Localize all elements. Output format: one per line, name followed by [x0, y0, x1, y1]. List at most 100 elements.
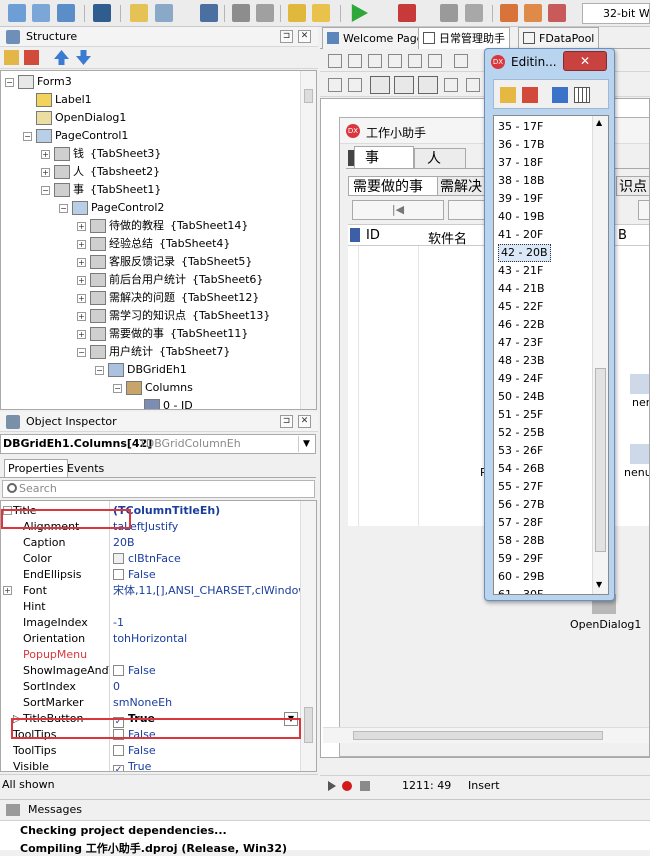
tree-node[interactable]: + 人 {Tabsheet2} — [41, 163, 160, 181]
column-list-item[interactable]: 36 - 17B — [498, 136, 545, 154]
align-center-icon[interactable] — [348, 54, 362, 68]
align-middle-icon[interactable] — [408, 54, 422, 68]
pin-icon[interactable]: ⊐ — [280, 415, 293, 428]
add-all-fields-icon[interactable] — [552, 87, 568, 103]
column-list-item[interactable]: 46 - 22B — [498, 316, 545, 334]
delete-column-icon[interactable] — [522, 87, 538, 103]
run-without-debug-icon[interactable] — [398, 4, 416, 22]
columns-editor-window[interactable]: DX Editin... ✕ 35 - 17F 36 - 17B 37 - 18F 3… — [484, 48, 615, 601]
property-value[interactable]: 宋体,11,[],ANSI_CHARSET,clWindowT — [113, 583, 303, 599]
checkbox[interactable] — [113, 665, 124, 676]
column-list-item[interactable]: 47 - 23F — [498, 334, 543, 352]
column-list-item[interactable]: 38 - 18B — [498, 172, 545, 190]
column-list-item[interactable]: 45 - 22F — [498, 298, 543, 316]
column-list-item[interactable]: 42 - 20B — [498, 244, 551, 262]
property-value[interactable]: (TColumnTitleEh) — [113, 503, 303, 519]
new-icon[interactable] — [130, 4, 148, 22]
property-row[interactable]: EndEllipsis False — [1, 567, 301, 583]
tab-daily-manager[interactable]: 日常管理助手 — [418, 27, 510, 49]
property-row[interactable]: ImageIndex -1 — [1, 615, 301, 631]
grid-column-b[interactable]: B — [618, 228, 627, 243]
tab-shi[interactable]: 事 — [354, 146, 414, 168]
property-row[interactable]: SortIndex 0 — [1, 679, 301, 695]
grid-column-software[interactable]: 软件名 — [428, 228, 467, 247]
column-list-item[interactable]: 61 - 30F — [498, 586, 543, 594]
tree-node[interactable]: − DBGridEh1 — [95, 361, 187, 379]
next-record-button[interactable] — [638, 200, 649, 220]
property-row[interactable]: SortMarker smNoneEh — [1, 695, 301, 711]
add-column-icon[interactable] — [500, 87, 516, 103]
collapse-icon[interactable]: − — [95, 365, 104, 375]
property-search-input[interactable]: Search — [2, 480, 315, 498]
expand-icon[interactable]: + — [41, 167, 50, 177]
close-icon[interactable]: ✕ — [563, 51, 607, 71]
property-value[interactable]: 20B — [113, 535, 303, 551]
property-row[interactable]: Caption 20B — [1, 535, 301, 551]
expand-icon[interactable]: + — [3, 586, 12, 595]
tree-node[interactable]: 0 - ID — [131, 397, 193, 409]
tab-events[interactable]: Events — [64, 461, 107, 477]
expand-icon[interactable]: + — [77, 329, 86, 339]
tab-problems[interactable]: 需解决 — [438, 176, 488, 196]
scroll-down-icon[interactable]: ▼ — [596, 580, 602, 589]
column-list-item[interactable]: 52 - 25B — [498, 424, 545, 442]
column-list-item[interactable]: 53 - 26F — [498, 442, 543, 460]
grid-icon[interactable] — [394, 76, 414, 94]
snap-icon[interactable] — [370, 76, 390, 94]
expand-icon[interactable]: + — [41, 149, 50, 159]
columns-list-scrollbar[interactable]: ▲ ▼ — [592, 116, 608, 594]
record-macro-icon[interactable] — [342, 781, 352, 791]
property-value[interactable]: False — [113, 743, 303, 759]
move-up-icon[interactable] — [54, 50, 69, 65]
column-list-item[interactable]: 43 - 21F — [498, 262, 543, 280]
tab-order-icon[interactable] — [444, 78, 458, 92]
column-list-item[interactable]: 54 - 26B — [498, 460, 545, 478]
chevron-down-icon[interactable]: ▼ — [298, 436, 314, 452]
property-row[interactable]: PopupMenu — [1, 647, 301, 663]
tree-node[interactable]: + 经验总结 {TabSheet4} — [77, 235, 230, 253]
step-over-icon[interactable] — [524, 4, 542, 22]
column-list-item[interactable]: 39 - 19F — [498, 190, 543, 208]
property-value[interactable]: smNoneEh — [113, 695, 303, 711]
tree-node[interactable]: + 钱 {TabSheet3} — [41, 145, 161, 163]
property-row[interactable]: Color clBtnFace — [1, 551, 301, 567]
delete-node-icon[interactable] — [24, 50, 39, 65]
expand-icon[interactable]: + — [77, 311, 86, 321]
close-icon[interactable]: ✕ — [298, 30, 311, 43]
add-file-icon[interactable] — [288, 4, 306, 22]
column-list-item[interactable]: 55 - 27F — [498, 478, 543, 496]
tab-welcome-page[interactable]: Welcome Page — [322, 27, 429, 49]
scroll-up-icon[interactable]: ▲ — [596, 118, 602, 127]
tree-node[interactable]: + 客服反馈记录 {TabSheet5} — [77, 253, 252, 271]
column-list-item[interactable]: 41 - 20F — [498, 226, 543, 244]
component-selector[interactable]: DBGridEh1.Columns[42] TDBGridColumnEh ▼ — [0, 434, 316, 454]
stop-macro-icon[interactable] — [360, 781, 370, 791]
checkbox-checked[interactable]: ✓ — [113, 765, 124, 771]
property-value[interactable]: False — [113, 663, 303, 679]
column-list-item[interactable]: 49 - 24F — [498, 370, 543, 388]
collapse-icon[interactable]: − — [59, 203, 68, 213]
property-row[interactable]: Orientation tohHorizontal — [1, 631, 301, 647]
tab-fdatapool[interactable]: FDataPool — [518, 27, 600, 49]
column-list-item[interactable]: 51 - 25F — [498, 406, 543, 424]
view-form-icon[interactable] — [93, 4, 111, 22]
lock-icon[interactable] — [418, 76, 438, 94]
cut-icon[interactable] — [232, 4, 250, 22]
remove-file-icon[interactable] — [312, 4, 330, 22]
tab-properties[interactable]: Properties — [4, 459, 68, 477]
align-top-icon[interactable] — [388, 54, 402, 68]
first-record-icon[interactable]: |◀ — [352, 200, 444, 220]
collapse-icon[interactable]: − — [77, 347, 86, 357]
open-project-icon[interactable] — [57, 4, 75, 22]
tree-node[interactable]: + 需要做的事 {TabSheet11} — [77, 325, 248, 343]
scale-icon[interactable] — [348, 78, 362, 92]
property-value[interactable]: clBtnFace — [113, 551, 303, 567]
align-bottom-icon[interactable] — [428, 54, 442, 68]
tree-node[interactable]: + 需学习的知识点 {TabSheet13} — [77, 307, 270, 325]
tab-ren[interactable]: 人 — [414, 148, 466, 168]
close-icon[interactable]: ✕ — [298, 415, 311, 428]
property-value[interactable]: 0 — [113, 679, 303, 695]
play-macro-icon[interactable] — [328, 781, 336, 791]
size-icon[interactable] — [328, 78, 342, 92]
add-node-icon[interactable] — [4, 50, 19, 65]
